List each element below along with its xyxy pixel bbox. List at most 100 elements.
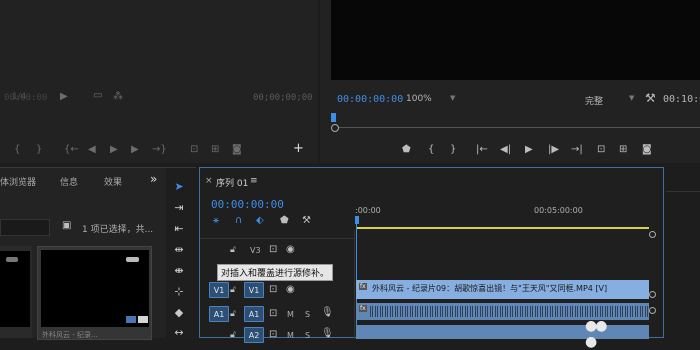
extract-icon[interactable]: ⊞ [619,145,627,155]
media-thumbnail-1[interactable] [0,246,32,338]
solo-button[interactable]: S [305,331,310,340]
track-v3-label[interactable]: V3 [250,246,261,255]
step-back-icon[interactable]: ◀ [88,145,96,155]
microphone-icon[interactable]: 🎙︎ [321,308,334,318]
right-panel [666,167,700,338]
clip-type-icon-2 [138,316,148,323]
mark-out-icon[interactable]: } [450,145,456,155]
grid-icon[interactable]: ⁂ [113,92,123,102]
rate-stretch-tool-icon[interactable]: ⇼ [172,264,186,278]
timeline-panel: × 序列 01 ≡ 00:00:00:00 ⚹ ∩ ⬖ ⬟ ⚒ :00:00 0… [199,167,664,350]
wrench-icon[interactable]: ⚒ [645,92,656,104]
mark-in-icon[interactable]: { [14,145,20,155]
lift-icon[interactable]: ⊡ [597,145,605,155]
source-patch-a1[interactable]: A1 [209,306,229,322]
work-area-bar[interactable] [357,227,649,229]
mark-out-icon[interactable]: } [36,145,42,155]
mark-in-icon[interactable]: { [428,145,434,155]
tab-media-browser[interactable]: 体浏览器 [0,175,36,188]
sync-lock-icon[interactable]: ⊡ [269,330,277,340]
timeline-playhead[interactable] [355,216,359,224]
slip-tool-icon[interactable]: ◆ [172,306,186,320]
go-to-out-icon[interactable]: →| [571,145,583,155]
ruler-mid-label: 00:05:00:00 [534,206,583,215]
lock-icon[interactable]: 🔓︎ [230,245,236,255]
source-patch-v1[interactable]: V1 [209,282,229,298]
clip-badge-icon [126,257,139,262]
sync-lock-icon[interactable]: ⊡ [269,309,277,319]
razor-tool-icon[interactable]: ⊹ [172,285,186,299]
nest-toggle-icon[interactable]: ⚹ [213,216,219,226]
play-head-icon[interactable]: ▶ [60,92,68,102]
program-video-frame [331,0,700,80]
more-tabs-icon[interactable]: » [150,172,157,186]
fx-badge: fx [359,283,367,290]
zoom-value: 100% [406,94,432,104]
camera-icon[interactable]: ◙ [232,145,242,155]
track-target-a1[interactable]: A1 [244,306,264,322]
tooltip-text: 对插入和覆盖进行源修补。 [221,269,330,279]
source-fraction: 1/4 [12,92,27,102]
eye-icon[interactable]: ◉ [286,245,295,255]
go-to-in-icon[interactable]: {← [64,145,79,155]
add-marker-icon[interactable]: ⬟ [280,216,289,226]
tab-info[interactable]: 信息 [60,175,78,188]
quality-select[interactable]: 完整 ▼ [585,94,637,107]
folder-icon[interactable]: ▣ [62,221,71,231]
fx-badge: fx [359,305,367,312]
mute-button[interactable]: M [287,331,294,340]
timeline-settings-icon[interactable]: ⚒ [302,216,311,226]
camera-icon[interactable]: ◙ [642,145,652,155]
step-forward-icon[interactable]: |▶ [548,145,559,155]
selection-tool-icon[interactable]: ➤ [172,180,186,194]
step-forward-icon[interactable]: ▶ [131,145,139,155]
media-thumbnail-2[interactable]: 外科风云 - 纪录... [37,246,152,340]
insert-icon[interactable]: ⊡ [190,145,198,155]
tooltip: 对插入和覆盖进行源修补。 [217,264,334,281]
clip-type-icon [126,316,136,323]
sync-lock-icon[interactable]: ⊡ [269,285,277,295]
track-end-handle[interactable] [649,291,656,298]
timeline-timecode[interactable]: 00:00:00:00 [211,198,284,211]
source-monitor: 00:00:00 1/4 ▶ ▭ ⁂ 00;00;00;00 { } {← ◀ … [0,0,318,163]
sync-lock-icon[interactable]: ⊡ [269,245,277,255]
linked-selection-icon[interactable]: ⬖ [256,216,264,226]
play-icon[interactable]: ▶ [110,145,118,155]
program-playhead-knob[interactable] [331,124,339,132]
program-timecode[interactable]: 00:00:00:00 [337,94,403,105]
program-mini-timeline[interactable] [334,127,700,128]
track-target-a2[interactable]: A2 [244,327,264,343]
track-select-tool-icon[interactable]: ⇥ [172,201,186,215]
tab-effects[interactable]: 效果 [104,175,122,188]
video-clip[interactable]: fx 外科风云 - 纪录片09：胡歌惊喜出镜！与"王天风"又同框.MP4 [V] [356,280,649,299]
snap-icon[interactable]: ∩ [235,216,242,226]
step-back-icon[interactable]: ◀| [500,145,511,155]
add-button-icon[interactable]: + [293,142,304,155]
solo-button[interactable]: S [305,310,310,319]
play-icon[interactable]: ▶ [525,145,533,155]
work-area-end-handle[interactable] [649,231,656,238]
timeline-close-icon[interactable]: × [205,176,213,186]
marker-icon[interactable]: ▭ [93,91,102,101]
overwrite-icon[interactable]: ⊞ [211,145,219,155]
go-to-in-icon[interactable]: |← [476,145,488,155]
mute-button[interactable]: M [287,310,294,319]
lock-icon[interactable]: 🔓︎ [230,285,236,295]
track-target-v1[interactable]: V1 [244,282,264,298]
go-to-out-icon[interactable]: →} [152,145,167,155]
ripple-edit-tool-icon[interactable]: ⇤ [172,222,186,236]
search-input[interactable] [0,219,50,236]
program-playhead[interactable] [331,113,336,122]
project-panel: 体浏览器 信息 效果 » ▣ 1 项已选择，共... 外科风云 - 纪录... [0,167,166,340]
lock-icon[interactable]: 🔓︎ [230,330,236,340]
timeline-tab-title[interactable]: 序列 01 [216,176,248,189]
program-timecode-right: 00:10:00 [663,94,700,105]
zoom-select[interactable]: 100% ▼ [406,94,458,104]
track-end-handle[interactable] [649,307,656,314]
timeline-menu-icon[interactable]: ≡ [250,176,258,186]
rolling-edit-tool-icon[interactable]: ⇹ [172,243,186,257]
marker-icon[interactable]: ⬟ [402,145,411,155]
eye-icon[interactable]: ◉ [286,285,295,295]
lock-icon[interactable]: 🔓︎ [230,309,236,319]
audio-waveform [370,306,649,317]
